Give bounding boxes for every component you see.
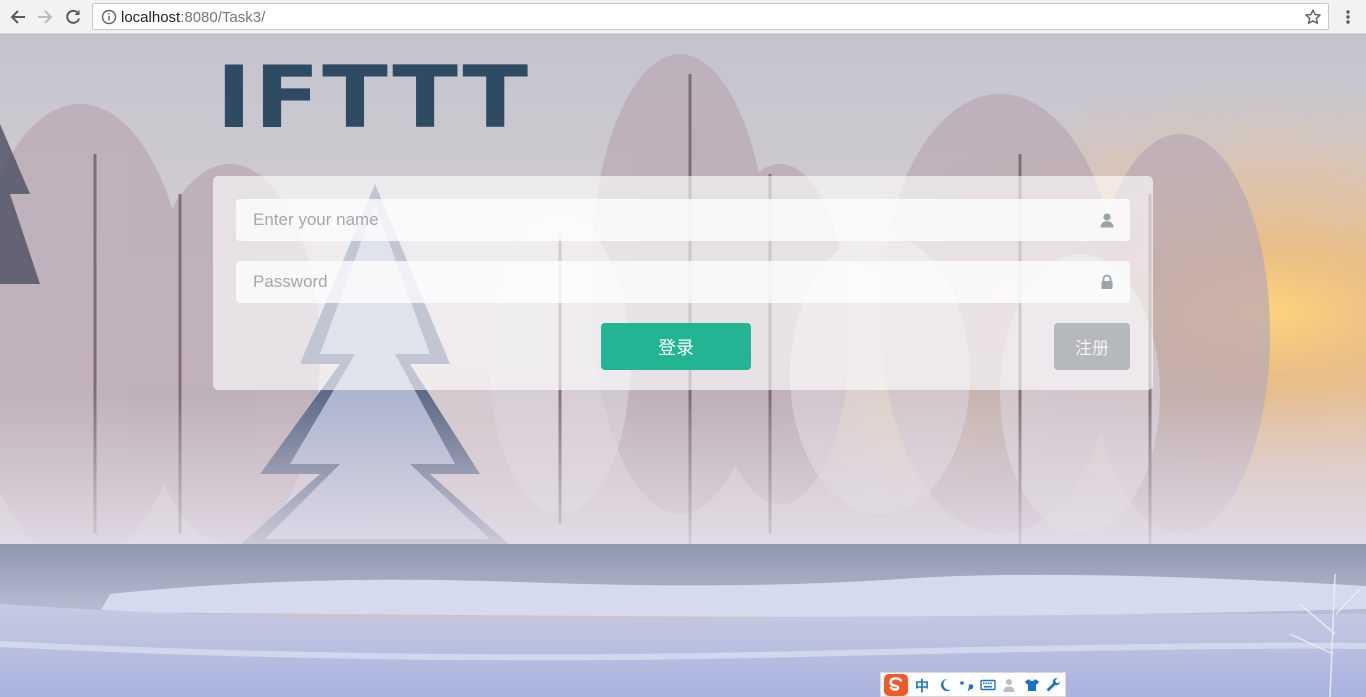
moon-icon[interactable]: [937, 677, 953, 693]
reload-button[interactable]: [61, 5, 85, 29]
url-path: :8080/Task3/: [180, 9, 266, 26]
back-button[interactable]: [6, 5, 30, 29]
bookmark-star-icon[interactable]: [1304, 8, 1322, 26]
address-bar[interactable]: localhost:8080/Task3/: [92, 3, 1329, 30]
login-form: 登录 注册: [213, 176, 1153, 390]
reload-icon: [66, 9, 80, 24]
forward-button[interactable]: [33, 5, 57, 29]
password-input[interactable]: [236, 261, 1130, 303]
arrow-left-icon: [10, 10, 25, 24]
keyboard-icon[interactable]: [980, 677, 996, 693]
user-icon: [1100, 213, 1114, 228]
sogou-logo-icon[interactable]: [883, 673, 909, 697]
lock-icon: [1101, 274, 1113, 289]
punctuation-icon[interactable]: [958, 677, 974, 693]
account-icon[interactable]: [1002, 677, 1018, 693]
arrow-right-icon: [38, 10, 53, 24]
password-field-container: [236, 261, 1130, 303]
wrench-icon[interactable]: [1046, 677, 1062, 693]
username-field-container: [236, 199, 1130, 241]
app-logo: IFTTT: [216, 48, 531, 148]
username-input[interactable]: [236, 199, 1130, 241]
register-button[interactable]: 注册: [1054, 323, 1130, 370]
info-icon[interactable]: [101, 9, 117, 25]
browser-menu-button[interactable]: [1336, 5, 1360, 29]
ime-toolbar: 中: [880, 672, 1066, 697]
browser-toolbar: localhost:8080/Task3/: [0, 0, 1366, 34]
url-host: localhost: [121, 9, 181, 26]
more-vert-icon: [1346, 10, 1350, 24]
url-text[interactable]: localhost:8080/Task3/: [121, 9, 265, 26]
skin-shirt-icon[interactable]: [1024, 677, 1040, 693]
ime-language-toggle[interactable]: 中: [915, 676, 929, 696]
login-button[interactable]: 登录: [601, 323, 751, 370]
